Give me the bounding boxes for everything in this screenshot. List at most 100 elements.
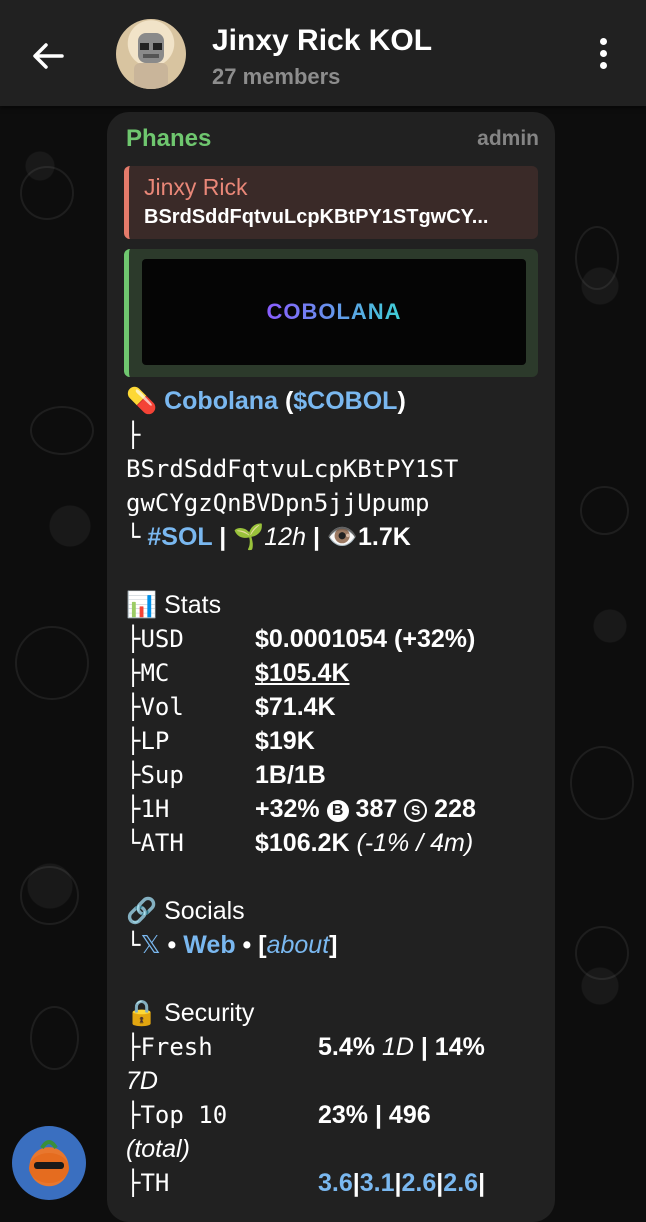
security-key: ├Top 10 xyxy=(126,1101,228,1129)
security-value: 5.4% 1D | 14% xyxy=(318,1030,485,1064)
token-ticker-link[interactable]: $COBOL xyxy=(293,387,397,415)
sells-icon: S xyxy=(404,799,428,822)
stat-value-group: $106.2K (-1% / 4m) xyxy=(255,826,473,860)
lock-icon: 🔒 xyxy=(126,999,158,1027)
top10-total: (total) xyxy=(126,1135,190,1163)
seedling-icon: 🌱 xyxy=(233,523,265,551)
socials-heading: 🔗 Socials xyxy=(126,894,546,928)
stat-row-ath: └ATH $106.2K (-1% / 4m) xyxy=(126,826,546,860)
pumpkin-avatar-icon xyxy=(29,1140,69,1183)
stat-key: ├1H xyxy=(126,795,170,823)
fresh-value: 5.4% xyxy=(318,1033,382,1061)
stat-row-1h: ├1H +32% B 387 S 228 xyxy=(126,792,546,826)
security-heading: 🔒 Security xyxy=(126,996,546,1030)
tree-end-branch: └ xyxy=(126,931,141,959)
holder-link[interactable]: 3.1 xyxy=(360,1169,395,1197)
fresh-period: 1D xyxy=(381,1033,414,1061)
background-doodle xyxy=(20,166,74,220)
stats-heading: 📊 Stats xyxy=(126,588,546,622)
holder-link[interactable]: 2.6 xyxy=(443,1169,478,1197)
link-icon: 🔗 xyxy=(126,897,158,925)
stat-key: ├Vol xyxy=(126,693,184,721)
bracket-open: [ xyxy=(258,931,267,959)
socials-title: Socials xyxy=(164,897,245,925)
background-doodle xyxy=(575,926,629,980)
separator: | xyxy=(212,523,234,551)
holder-separator: | xyxy=(352,1169,360,1197)
stat-row-mc: ├MC $105.4K xyxy=(126,656,546,690)
background-doodle xyxy=(15,626,89,700)
contract-address-line1[interactable]: BSrdSddFqtvuLcpKBtPY1ST xyxy=(126,452,546,486)
paren-close: ) xyxy=(397,387,406,415)
stat-value: +32% xyxy=(255,795,320,823)
more-options-button[interactable] xyxy=(588,38,618,78)
holder-link[interactable]: 3.6 xyxy=(318,1169,353,1197)
stat-key: ├USD xyxy=(126,625,184,653)
background-doodle xyxy=(20,866,79,925)
security-key: ├Fresh xyxy=(126,1033,213,1061)
sender-name[interactable]: Phanes xyxy=(126,125,211,153)
token-line: 💊 Cobolana ($COBOL) xyxy=(126,384,546,418)
back-button[interactable] xyxy=(26,34,70,78)
separator: | xyxy=(306,523,327,551)
security-row-fresh: ├Fresh 5.4% 1D | 14% xyxy=(126,1030,546,1064)
branch-line: ├ xyxy=(126,418,546,452)
stat-key: └ATH xyxy=(126,829,184,857)
eye-icon: 👁️ xyxy=(326,523,359,551)
link-preview[interactable]: COBOLANA xyxy=(124,249,538,377)
top10-value: 23% | 496 xyxy=(318,1101,431,1129)
bracket-close: ] xyxy=(329,931,338,959)
fresh-value-7d: | 14% xyxy=(413,1033,485,1061)
kebab-menu-dot xyxy=(599,50,607,57)
top-holders-values: 3.6|3.1|2.6|2.6| xyxy=(318,1166,485,1200)
member-count: 27 members xyxy=(212,64,341,89)
kebab-menu-icon xyxy=(599,38,607,45)
token-age: 12h xyxy=(264,523,306,551)
bar-chart-icon: 📊 xyxy=(126,591,158,619)
holder-separator: | xyxy=(478,1169,486,1197)
back-arrow-icon xyxy=(33,43,64,69)
sender-avatar[interactable] xyxy=(12,1126,86,1200)
group-avatar[interactable] xyxy=(116,19,186,89)
admin-badge: admin xyxy=(477,127,539,150)
chat-title[interactable]: Jinxy Rick KOL xyxy=(212,24,432,58)
robot-avatar-icon xyxy=(134,33,168,89)
stat-value-group: +32% B 387 S 228 xyxy=(255,792,476,826)
chain-hashtag[interactable]: #SOL xyxy=(147,523,212,551)
security-key: ├TH xyxy=(126,1169,170,1197)
market-cap-link[interactable]: $105.4K xyxy=(255,656,350,690)
buys-icon: B xyxy=(326,800,349,822)
sells-count: 228 xyxy=(434,795,476,823)
reply-quote[interactable]: Jinxy Rick BSrdSddFqtvuLcpKBtPY1STgwCY..… xyxy=(124,166,538,239)
x-icon[interactable]: 𝕏 xyxy=(140,931,160,959)
contract-address-line2[interactable]: gwCYgzQnBVDpn5jjUpump xyxy=(126,486,546,520)
fresh-period-7d: 7D xyxy=(126,1067,158,1095)
background-doodle xyxy=(580,486,629,535)
about-link[interactable]: about xyxy=(267,931,330,959)
stat-value: $106.2K xyxy=(255,829,350,857)
token-meta-line: └ #SOL | 🌱12h | 👁️1.7K xyxy=(126,520,546,554)
view-count: 1.7K xyxy=(358,523,411,551)
stat-value: $19K xyxy=(255,727,315,755)
buys-count: 387 xyxy=(355,795,398,823)
tree-branch: ├ xyxy=(126,421,141,449)
stat-row-vol: ├Vol $71.4K xyxy=(126,690,546,724)
background-doodle xyxy=(575,226,619,290)
kebab-menu-dot xyxy=(599,62,607,69)
token-name-link[interactable]: Cobolana xyxy=(164,387,278,415)
socials-links: └𝕏 • Web • [about] xyxy=(126,928,546,962)
cobolana-logo: COBOLANA xyxy=(266,299,402,324)
message-bubble[interactable]: Phanes admin Jinxy Rick BSrdSddFqtvuLcpK… xyxy=(107,112,555,1222)
stat-value: $0.0001054 (+32%) xyxy=(255,625,476,653)
security-row-th: ├TH 3.6|3.1|2.6|2.6| xyxy=(126,1166,546,1200)
background-doodle xyxy=(570,746,634,820)
preview-image: COBOLANA xyxy=(142,259,526,365)
dot-separator: • xyxy=(160,931,184,959)
stat-row-lp: ├LP $19K xyxy=(126,724,546,758)
reply-author: Jinxy Rick xyxy=(144,174,248,200)
pill-icon: 💊 xyxy=(126,387,158,415)
stat-row-usd: ├USD $0.0001054 (+32%) xyxy=(126,622,546,656)
web-link[interactable]: Web xyxy=(183,931,235,959)
holder-link[interactable]: 2.6 xyxy=(402,1169,437,1197)
